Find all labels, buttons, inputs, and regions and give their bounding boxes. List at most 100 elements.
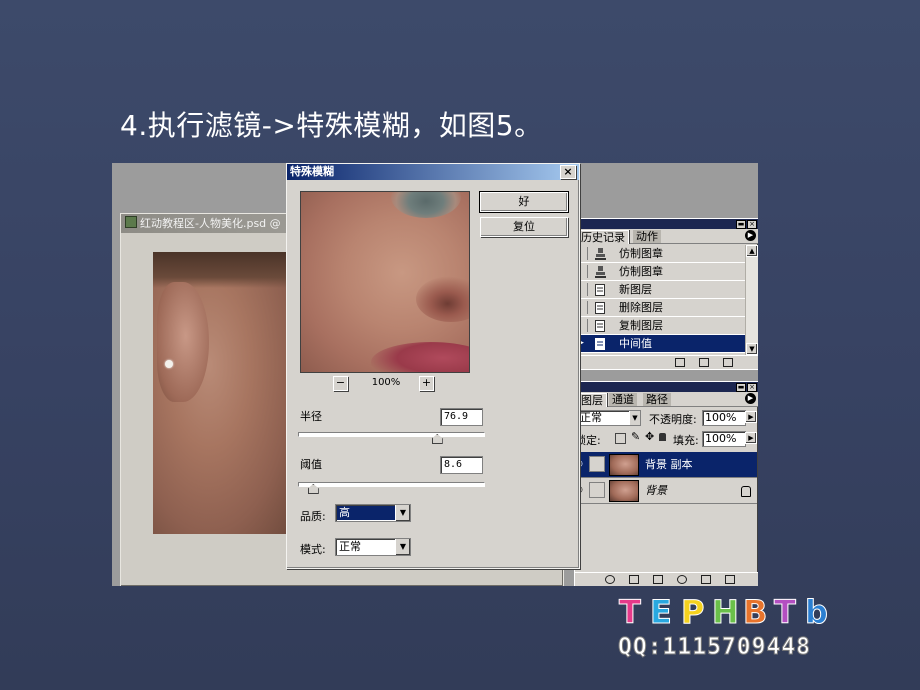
threshold-slider-track[interactable] (298, 482, 485, 487)
close-icon[interactable]: × (560, 165, 576, 179)
close-icon[interactable]: × (747, 220, 757, 229)
tab-actions[interactable]: 动作 (633, 230, 661, 243)
fill-value: 100% (705, 432, 737, 445)
history-scrollbar[interactable]: ▲ ▼ (745, 245, 758, 355)
document-icon (595, 284, 606, 296)
trash-icon[interactable] (725, 575, 735, 584)
zoom-value: 100% (371, 377, 401, 388)
history-item[interactable]: 仿制图章 (577, 245, 752, 263)
radius-slider-track[interactable] (298, 432, 485, 437)
history-tabs: 历史记录 动作 ▶ (575, 229, 758, 244)
history-palette[interactable]: ▬ × 历史记录 动作 ▶ 仿制图章 仿制图章 新图层 删除图层 复制图层 ▶ … (574, 218, 758, 370)
preview-lips (371, 342, 469, 372)
history-item-selected[interactable]: ▶ 中间值 (577, 335, 752, 353)
reset-button[interactable]: 复位 (480, 217, 568, 237)
layers-palette-header[interactable]: ▬ × (575, 382, 758, 392)
ok-button[interactable]: 好 (479, 191, 569, 213)
layer-thumbnail (609, 454, 639, 476)
logo-letter: H (712, 593, 739, 631)
mode-label: 模式: (300, 543, 326, 556)
tephbtb-logo: TEPHBTb (619, 593, 829, 632)
zoom-out-button[interactable]: − (333, 376, 348, 391)
fill-arrow-icon[interactable]: ▶ (745, 432, 757, 444)
layer-name[interactable]: 背景 (645, 478, 667, 504)
blend-mode-select[interactable]: 正常 ▼ (577, 410, 641, 426)
camera-icon[interactable] (699, 358, 709, 367)
photoshop-document-icon (125, 216, 137, 228)
lock-paint-icon[interactable]: ✎ (631, 430, 640, 443)
quality-select[interactable]: 高 ▼ (335, 504, 411, 522)
logo-letter: P (681, 593, 704, 631)
opacity-arrow-icon[interactable]: ▶ (745, 411, 757, 423)
lock-transparency-icon[interactable] (615, 433, 626, 444)
document-canvas[interactable] (153, 252, 293, 534)
filter-preview[interactable] (300, 191, 470, 373)
scroll-up-icon[interactable]: ▲ (746, 245, 758, 257)
minimize-icon[interactable]: ▬ (736, 220, 746, 229)
zoom-in-button[interactable]: + (419, 376, 434, 391)
stamp-icon (595, 248, 606, 260)
dialog-titlebar[interactable]: 特殊模糊 × (287, 164, 579, 180)
new-layer-icon[interactable] (701, 575, 711, 584)
layer-row[interactable]: ◉ 背景 (575, 478, 757, 504)
earring (165, 360, 173, 368)
new-document-from-state-icon[interactable] (675, 358, 685, 367)
layer-thumbnail (609, 480, 639, 502)
document-icon (595, 320, 606, 332)
history-item-label: 删除图层 (619, 301, 663, 314)
tab-paths[interactable]: 路径 (643, 393, 671, 406)
preview-eye (391, 192, 461, 218)
history-item[interactable]: 新图层 (577, 281, 752, 299)
brush-slot[interactable] (589, 482, 605, 498)
mode-select[interactable]: 正常 ▼ (335, 538, 411, 556)
lock-move-icon[interactable]: ✥ (645, 430, 654, 443)
layer-style-icon[interactable] (605, 575, 615, 584)
screenshot: 红动教程区-人物美化.psd @ ▬ × 历史记录 动作 ▶ 仿制图章 仿制图章… (112, 163, 758, 586)
history-item[interactable]: 仿制图章 (577, 263, 752, 281)
tab-channels[interactable]: 通道 (609, 393, 637, 406)
special-blur-dialog[interactable]: 特殊模糊 × 好 复位 − 100% + 半径 76.9 阈值 8.6 品质: … (286, 163, 580, 569)
history-item-label: 仿制图章 (619, 247, 663, 260)
chevron-down-icon: ▼ (629, 411, 640, 425)
layer-row-selected[interactable]: ◉ 背景 副本 (575, 452, 757, 478)
minimize-icon[interactable]: ▬ (736, 383, 746, 392)
layer-mask-icon[interactable] (629, 575, 639, 584)
fill-field[interactable]: 100% (702, 431, 746, 447)
fill-label: 填充: (673, 434, 699, 447)
history-list: 仿制图章 仿制图章 新图层 删除图层 复制图层 ▶ 中间值 (577, 245, 757, 355)
threshold-input[interactable]: 8.6 (440, 456, 483, 474)
zoom-controls: − 100% + (333, 376, 437, 392)
layer-name[interactable]: 背景 副本 (645, 452, 693, 478)
tab-history[interactable]: 历史记录 (577, 230, 629, 244)
brush-icon[interactable] (589, 456, 605, 472)
history-item[interactable]: 复制图层 (577, 317, 752, 335)
mode-value: 正常 (339, 540, 361, 553)
adjustment-layer-icon[interactable] (677, 575, 687, 584)
trash-icon[interactable] (723, 358, 733, 367)
layer-set-icon[interactable] (653, 575, 663, 584)
logo-letter: T (619, 593, 641, 631)
history-item-label: 复制图层 (619, 319, 663, 332)
stamp-icon (595, 266, 606, 278)
palette-menu-icon[interactable]: ▶ (745, 230, 756, 241)
chevron-down-icon: ▼ (395, 505, 410, 521)
opacity-field[interactable]: 100% (702, 410, 746, 426)
ear-area (157, 282, 209, 402)
blend-mode-value: 正常 (580, 411, 602, 424)
document-icon (595, 338, 606, 350)
lock-all-icon[interactable] (659, 433, 666, 441)
history-item[interactable]: 删除图层 (577, 299, 752, 317)
close-icon[interactable]: × (747, 383, 757, 392)
radius-input[interactable]: 76.9 (440, 408, 483, 426)
scroll-down-icon[interactable]: ▼ (746, 343, 758, 355)
history-palette-footer (575, 355, 758, 369)
logo-letter: B (743, 593, 767, 631)
layers-palette-footer (575, 572, 758, 586)
history-palette-header[interactable]: ▬ × (575, 219, 758, 229)
logo-letter: b (805, 593, 828, 631)
tab-layers[interactable]: 图层 (577, 393, 607, 407)
quality-label: 品质: (300, 510, 326, 523)
document-title: 红动教程区-人物美化.psd @ (140, 217, 281, 230)
layers-palette[interactable]: ▬ × 图层 通道 路径 ▶ 正常 ▼ 不透明度: 100% ▶ 锁定: ✎ ✥… (574, 381, 758, 586)
palette-menu-icon[interactable]: ▶ (745, 393, 756, 404)
